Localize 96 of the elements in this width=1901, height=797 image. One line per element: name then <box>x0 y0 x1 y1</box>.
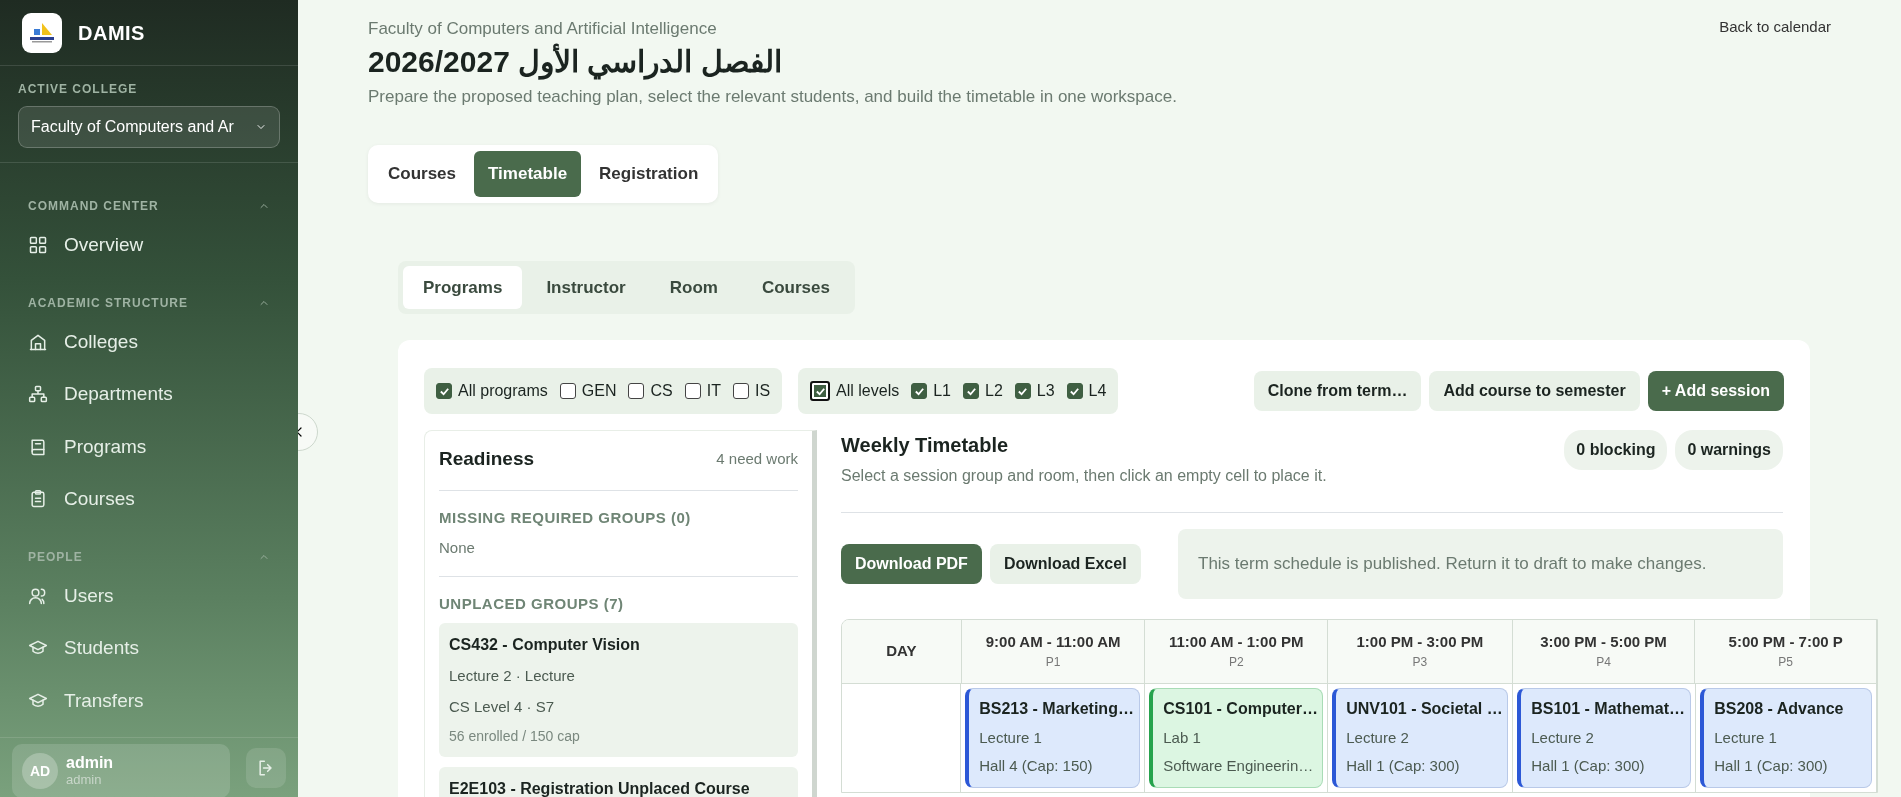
session-detail: Lecture 1 <box>1714 727 1778 748</box>
action-button[interactable]: Clone from term… <box>1253 371 1422 411</box>
checkmark-icon <box>913 385 925 397</box>
filter-checkbox[interactable]: L1 <box>911 379 951 403</box>
group-title: CS432 - Computer Vision <box>449 635 641 655</box>
empty-text: None <box>439 538 476 558</box>
back-link[interactable]: Back to calendar <box>1719 16 1831 39</box>
session-detail: Lecture 2 <box>1531 727 1595 748</box>
tab[interactable]: Timetable <box>474 151 582 197</box>
logout-button[interactable] <box>246 748 286 788</box>
filter-checkbox[interactable]: IS <box>732 379 771 403</box>
filter-checkbox[interactable]: All levels <box>810 379 900 403</box>
session-detail: Hall 1 (Cap: 300) <box>1346 756 1461 776</box>
period-code: P1 <box>1045 654 1061 672</box>
download-button[interactable]: Download Excel <box>989 543 1141 584</box>
view-tab[interactable]: Room <box>649 265 738 309</box>
session-card[interactable]: BS208 - Advance Lecture 1 Hall 1 (Cap: 300) <box>1700 687 1872 788</box>
faculty-name: Faculty of Computers and Artificial Intelligence <box>368 18 718 40</box>
nav-item[interactable]: Departments <box>28 368 270 421</box>
period-code: P3 <box>1412 654 1428 672</box>
checkmark-icon <box>1017 385 1029 397</box>
filter-checkbox[interactable]: L3 <box>1014 379 1055 403</box>
filter-checkbox[interactable]: All programs <box>436 379 548 403</box>
page-description: Prepare the proposed teaching plan, select the relevant students, and build the timetable in one workspace. <box>368 85 1177 108</box>
filter-checkbox[interactable]: GEN <box>559 379 617 403</box>
section-label: PEOPLE <box>28 548 83 566</box>
nav-item[interactable]: Colleges <box>28 315 270 368</box>
session-card[interactable]: BS213 - Marketing… Lecture 1 Hall 4 (Cap: 150) <box>965 687 1141 788</box>
view-tab[interactable]: Instructor <box>526 265 646 309</box>
session-detail: Lecture 1 <box>979 727 1043 748</box>
notice-banner: This term schedule is published. Return it to draft to make changes. <box>1178 529 1783 599</box>
filter-checkbox[interactable]: CS <box>628 379 673 403</box>
panel-title: Readiness <box>439 447 535 471</box>
filter-checkbox[interactable]: L2 <box>963 379 1003 403</box>
user-role: admin <box>66 772 103 788</box>
status-pill: 0 blocking <box>1564 430 1668 470</box>
session-detail: Hall 4 (Cap: 150) <box>979 756 1094 776</box>
checkmark-icon <box>1069 385 1081 397</box>
logo <box>22 12 62 53</box>
status-pill: 0 warnings <box>1675 430 1783 470</box>
tab[interactable]: Registration <box>585 151 713 197</box>
view-tab[interactable]: Programs <box>403 265 523 309</box>
section-heading: MISSING REQUIRED GROUPS (0) <box>439 507 692 528</box>
period-time: 9:00 AM - 11:00 AM <box>985 631 1121 652</box>
nav-item[interactable]: Users <box>28 569 270 622</box>
group-detail: Lecture 2 · Lecture <box>449 666 576 686</box>
nav-item[interactable]: Courses <box>28 473 270 526</box>
summary-text: 4 need work <box>716 449 798 469</box>
hierarchy-icon <box>28 384 48 405</box>
column-header: DAY <box>886 640 917 661</box>
grid-icon <box>28 235 48 256</box>
period-code: P5 <box>1778 654 1793 672</box>
nav-item[interactable]: Overview <box>28 219 270 272</box>
period-code: P2 <box>1228 654 1244 672</box>
enrollment-text: 56 enrolled / 150 cap <box>449 727 581 746</box>
group-card[interactable]: CS432 - Computer Vision Lecture 2 · Lecture CS Level 4 · S7 56 enrolled / 150 cap <box>439 623 798 757</box>
college-dropdown[interactable]: Faculty of Computers and Ar <box>18 106 280 148</box>
session-card[interactable]: CS101 - Computer… Lab 1 Software Engineerin… <box>1149 687 1324 788</box>
user-name: admin <box>66 754 114 772</box>
section-label: ACTIVE COLLEGE <box>18 81 139 98</box>
section-subtitle: Select a session group and room, then click an empty cell to place it. <box>841 466 1327 486</box>
period-time: 11:00 AM - 1:00 PM <box>1168 631 1304 652</box>
download-button[interactable]: Download PDF <box>841 543 982 584</box>
nav-item[interactable]: Programs <box>28 420 270 473</box>
section-label: ACADEMIC STRUCTURE <box>28 294 188 312</box>
view-tab[interactable]: Courses <box>741 265 850 309</box>
session-detail: Hall 1 (Cap: 300) <box>1714 756 1829 776</box>
period-time: 1:00 PM - 3:00 PM <box>1356 631 1484 652</box>
section-heading: UNPLACED GROUPS (7) <box>439 593 625 614</box>
checkmark-icon <box>814 385 826 397</box>
session-card[interactable]: UNV101 - Societal … Lecture 2 Hall 1 (Cap: 300) <box>1332 687 1509 788</box>
group-card[interactable]: E2E103 - Registration Unplaced Course <box>439 767 798 797</box>
group-detail: CS Level 4 · S7 <box>449 696 556 717</box>
session-detail: Software Engineerin… <box>1163 756 1313 776</box>
checkmark-icon <box>438 385 450 397</box>
filter-checkbox[interactable]: IT <box>684 379 721 403</box>
period-time: 3:00 PM - 5:00 PM <box>1540 631 1667 652</box>
session-card[interactable]: BS101 - Mathemat… Lecture 2 Hall 1 (Cap: 300) <box>1517 687 1692 788</box>
period-time: 5:00 PM - 7:00 P <box>1728 631 1843 652</box>
checkmark-icon <box>965 385 977 397</box>
session-detail: Lab 1 <box>1163 727 1202 748</box>
period-code: P4 <box>1596 654 1611 672</box>
session-detail: Lecture 2 <box>1346 727 1410 748</box>
action-button[interactable]: Add course to semester <box>1429 371 1640 411</box>
section-label: COMMAND CENTER <box>28 198 159 215</box>
group-title: E2E103 - Registration Unplaced Course <box>449 779 751 797</box>
clipboard-icon <box>28 489 48 510</box>
section-title: Weekly Timetable <box>841 433 1010 458</box>
avatar: AD <box>22 753 58 789</box>
tab[interactable]: Courses <box>374 151 471 197</box>
session-title: BS208 - Advance <box>1714 698 1845 719</box>
action-button[interactable]: + Add session <box>1647 371 1784 411</box>
filter-checkbox[interactable]: L4 <box>1066 379 1107 403</box>
page-title: الفصل الدراسي الأول 2026/2027 <box>368 43 782 80</box>
app-name: DAMIS <box>78 20 145 46</box>
session-detail: Hall 1 (Cap: 300) <box>1531 756 1646 776</box>
